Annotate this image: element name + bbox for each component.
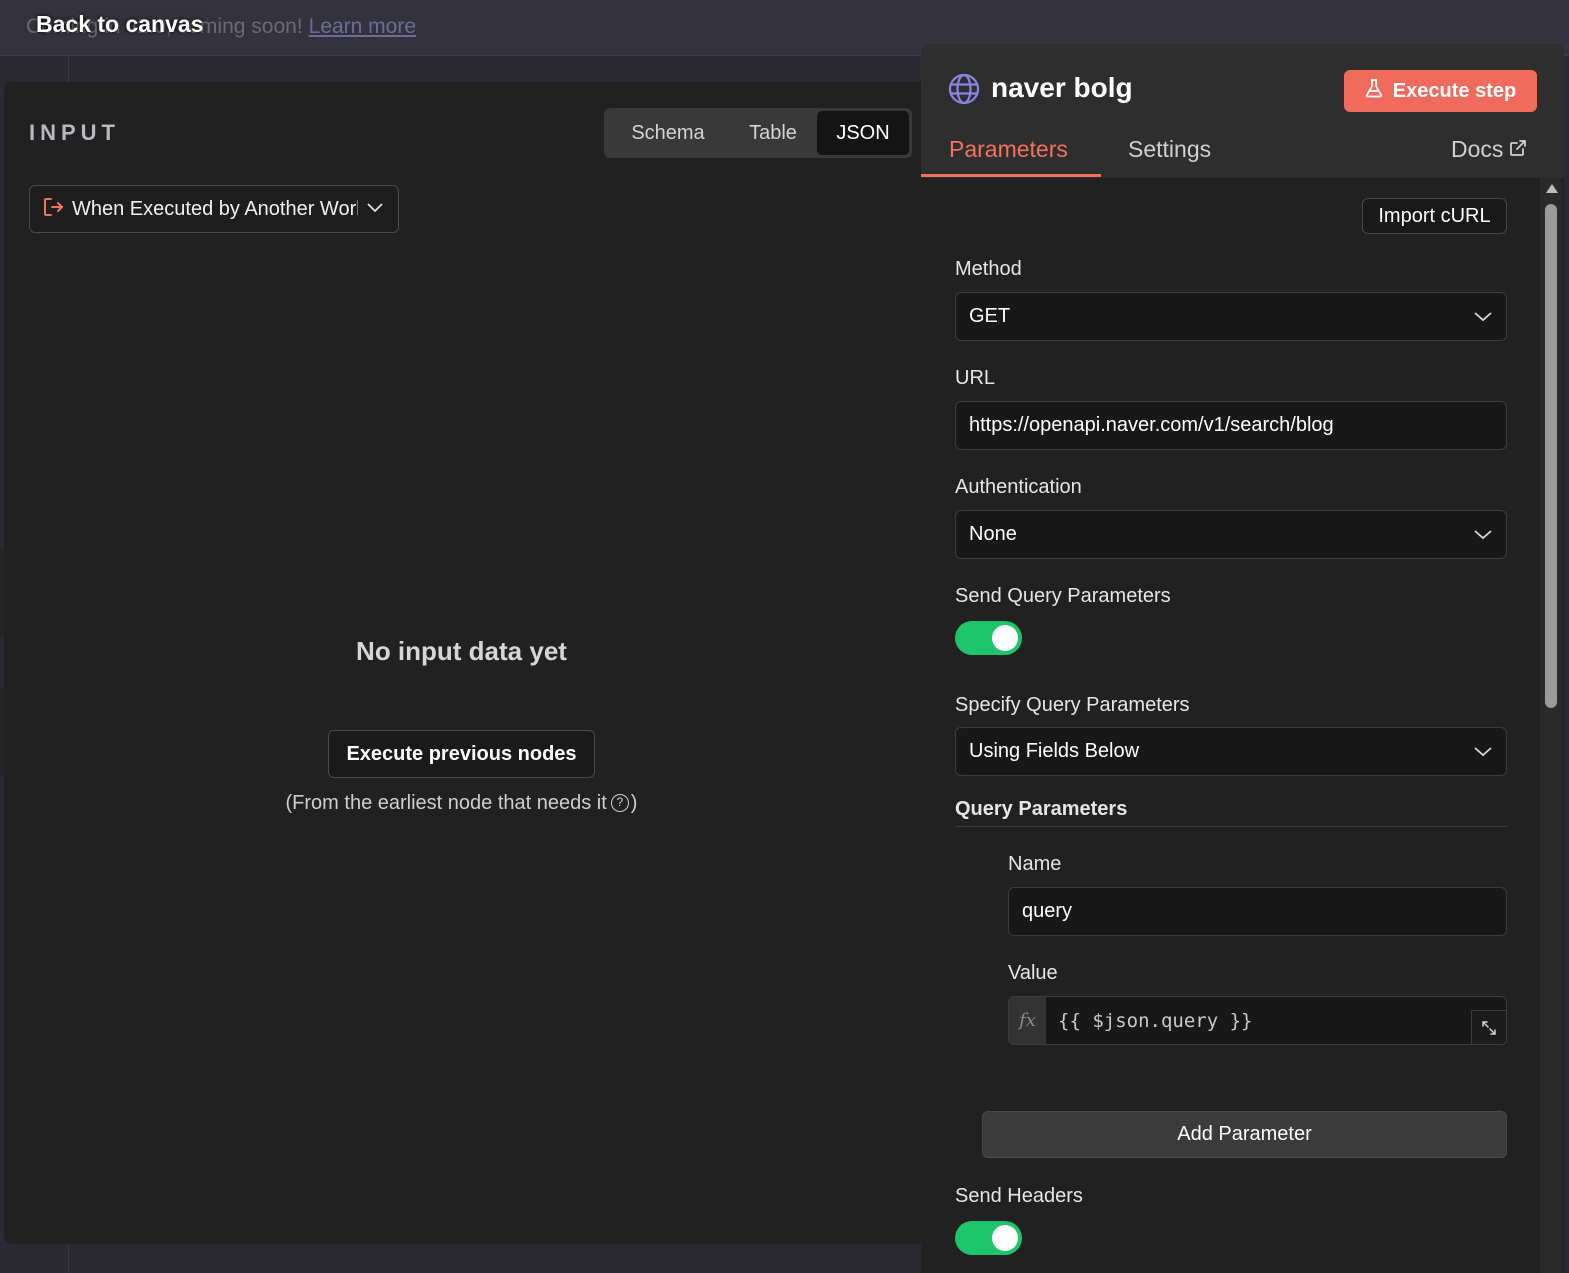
param-name-label: Name	[1008, 853, 1062, 875]
add-parameter-button[interactable]: Add Parameter	[982, 1111, 1507, 1158]
authentication-value: None	[969, 523, 1017, 545]
panel-header: naver bolg Execute step Parameters Setti…	[921, 44, 1564, 178]
from-note-suffix: )	[630, 792, 638, 814]
view-schema[interactable]: Schema	[607, 111, 729, 155]
send-query-toggle[interactable]	[955, 621, 1022, 655]
url-value: https://openapi.naver.com/v1/search/blog	[969, 414, 1334, 436]
execute-step-label: Execute step	[1392, 79, 1517, 102]
section-divider	[955, 826, 1507, 827]
parameters-scrollbar[interactable]	[1540, 178, 1562, 1273]
help-icon[interactable]: ?	[610, 794, 629, 812]
send-headers-label: Send Headers	[955, 1185, 1083, 1207]
method-value: GET	[969, 305, 1011, 327]
specify-query-value: Using Fields Below	[969, 740, 1140, 762]
param-value-expression-input[interactable]: fx {{ $json.query }}	[1008, 996, 1507, 1045]
no-input-title: No input data yet	[356, 636, 567, 666]
docs-link[interactable]: Docs	[1451, 136, 1527, 163]
scroll-up-arrow-icon[interactable]	[1546, 184, 1558, 193]
chevron-down-icon	[1473, 305, 1493, 328]
send-query-label: Send Query Parameters	[955, 585, 1171, 607]
fx-icon: fx	[1009, 997, 1046, 1044]
view-toggle: Schema Table JSON	[604, 108, 912, 158]
execute-step-button[interactable]: Execute step	[1344, 70, 1537, 112]
view-json[interactable]: JSON	[817, 111, 909, 155]
specify-query-select[interactable]: Using Fields Below	[955, 727, 1507, 776]
method-select[interactable]: GET	[955, 292, 1507, 341]
view-table[interactable]: Table	[729, 111, 817, 155]
param-value-code: {{ $json.query }}	[1058, 1009, 1253, 1032]
node-parameters-panel: naver bolg Execute step Parameters Setti…	[921, 44, 1564, 1273]
query-parameters-label: Query Parameters	[955, 798, 1128, 820]
import-curl-button[interactable]: Import cURL	[1362, 198, 1507, 234]
param-value-label: Value	[1008, 962, 1058, 984]
tab-settings[interactable]: Settings	[1128, 136, 1211, 163]
from-earliest-note: (From the earliest node that needs it?)	[4, 792, 919, 815]
node-title[interactable]: naver bolg	[991, 72, 1133, 104]
chevron-down-icon	[366, 200, 384, 218]
toggle-knob	[992, 1225, 1018, 1251]
back-to-canvas-button[interactable]: Back to canvas	[36, 11, 203, 38]
expand-editor-icon[interactable]	[1471, 1010, 1506, 1044]
authentication-label: Authentication	[955, 476, 1082, 498]
trigger-icon	[42, 196, 64, 223]
input-panel: INPUT Schema Table JSON When Executed by…	[4, 82, 934, 1244]
external-link-icon	[1509, 136, 1527, 163]
from-note-prefix: (From the earliest node that needs it	[285, 792, 607, 814]
toggle-knob	[992, 625, 1018, 651]
execute-previous-nodes-button[interactable]: Execute previous nodes	[328, 730, 595, 778]
active-tab-underline	[921, 174, 1101, 177]
chevron-down-icon	[1473, 740, 1493, 763]
url-input[interactable]: https://openapi.naver.com/v1/search/blog	[955, 401, 1507, 450]
url-label: URL	[955, 367, 996, 389]
docs-label: Docs	[1451, 136, 1504, 162]
authentication-select[interactable]: None	[955, 510, 1507, 559]
specify-query-label: Specify Query Parameters	[955, 694, 1190, 716]
send-headers-toggle[interactable]	[955, 1221, 1022, 1255]
param-name-input[interactable]: query	[1008, 887, 1507, 936]
trigger-select-value: When Executed by Another Workflow	[72, 197, 358, 220]
trigger-node-select[interactable]: When Executed by Another Workflow	[29, 185, 399, 233]
globe-icon	[947, 72, 981, 111]
input-title: INPUT	[29, 120, 120, 145]
param-name-value: query	[1022, 900, 1073, 922]
method-label: Method	[955, 258, 1022, 280]
flask-icon	[1365, 78, 1383, 104]
chevron-down-icon	[1473, 523, 1493, 546]
learn-more-link[interactable]: Learn more	[309, 15, 416, 38]
parameters-body: Import cURL Method GET URL https://opena…	[921, 178, 1564, 1273]
tab-parameters[interactable]: Parameters	[949, 136, 1068, 163]
scroll-thumb[interactable]	[1545, 204, 1557, 708]
